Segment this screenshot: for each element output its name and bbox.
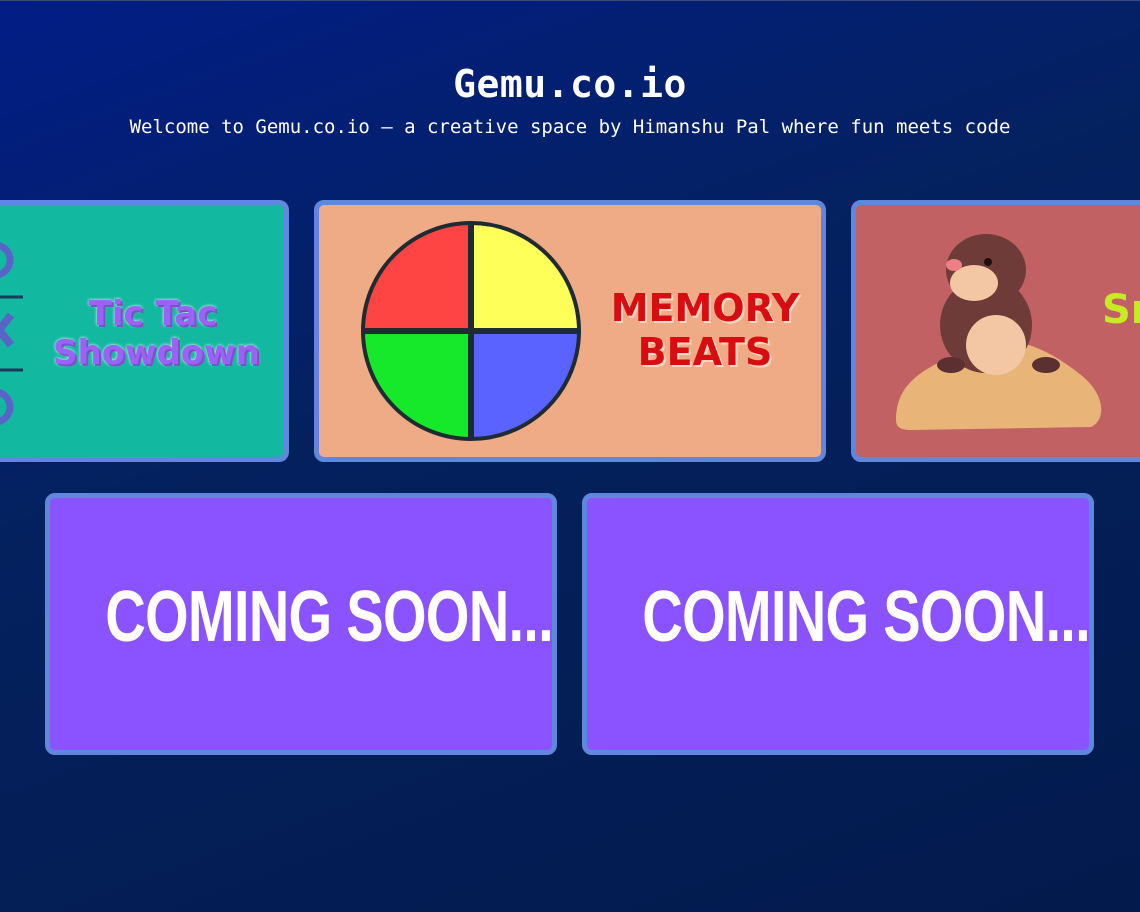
mole-icon — [896, 234, 1102, 430]
game-card-tic-tac-showdown[interactable]: Tic Tac Showdown — [0, 200, 289, 462]
game-title: Sn — [1102, 287, 1140, 333]
coming-soon-label: COMING SOON.... — [105, 577, 557, 657]
game-card-mole[interactable]: Sn — [851, 200, 1140, 462]
page-subtitle: Welcome to Gemu.co.io — a creative space… — [129, 116, 1011, 138]
coming-soon-label: COMING SOON.... — [642, 577, 1094, 657]
page-title: Gemu.co.io — [453, 62, 687, 106]
coming-soon-card[interactable]: COMING SOON.... — [45, 493, 557, 755]
game-card-memory-beats[interactable]: MEMORY BEATS — [314, 200, 826, 462]
coming-soon-card[interactable]: COMING SOON.... — [582, 493, 1094, 755]
top-border — [0, 0, 1140, 1]
game-title: MEMORY BEATS — [610, 286, 800, 374]
game-title: Tic Tac Showdown — [53, 294, 260, 374]
